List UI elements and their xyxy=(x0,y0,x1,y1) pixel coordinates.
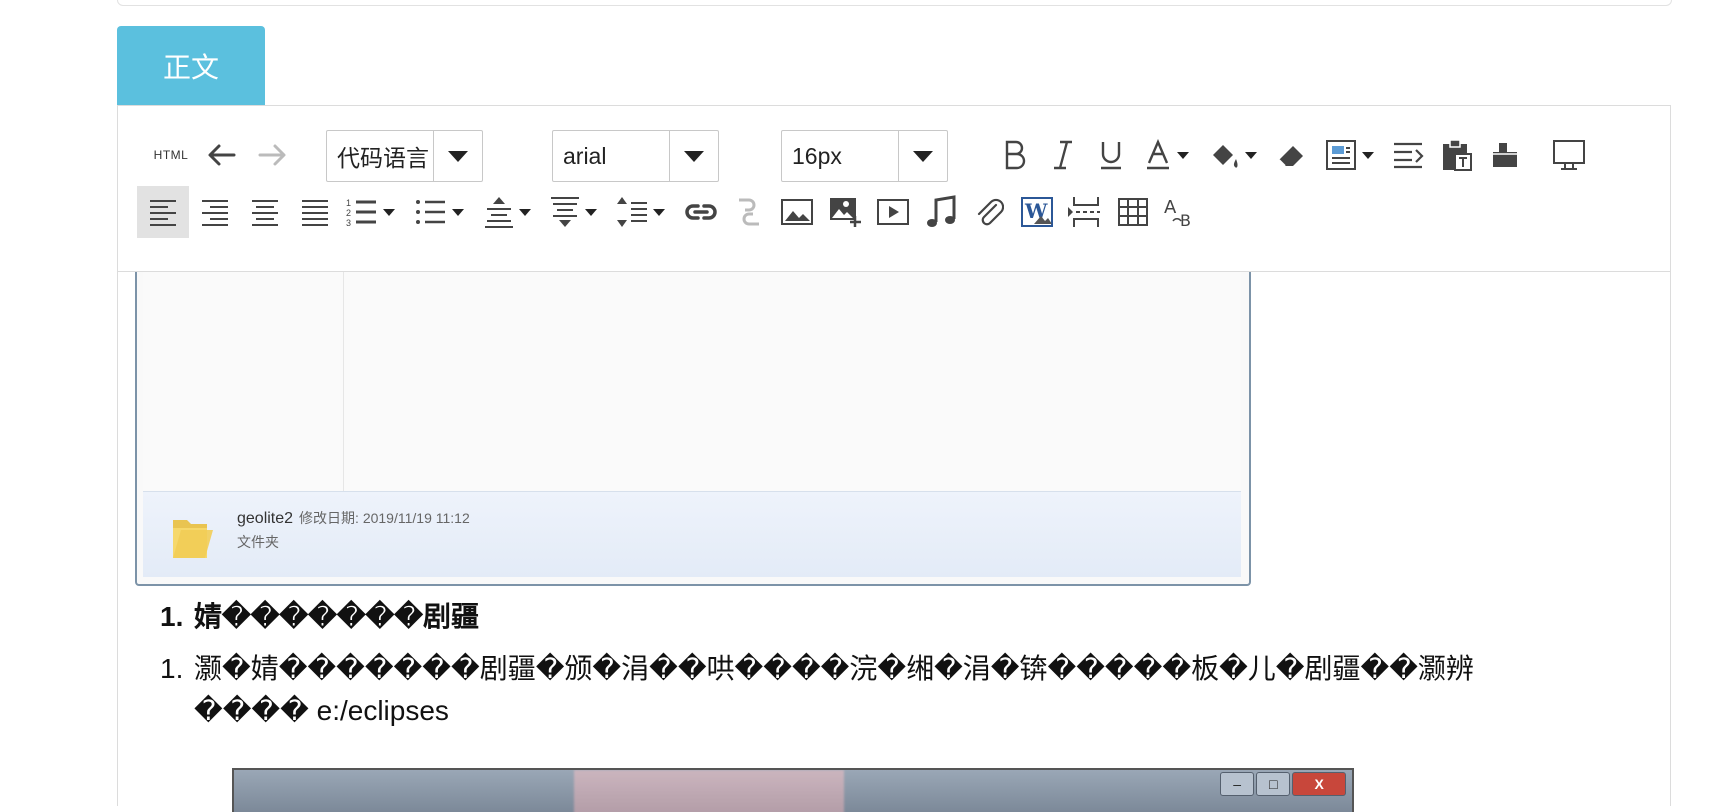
svg-text:1: 1 xyxy=(346,198,351,208)
background-color-icon[interactable] xyxy=(1202,130,1264,180)
page-break-icon[interactable] xyxy=(1062,186,1108,238)
align-right-icon[interactable] xyxy=(192,186,238,238)
align-justify-icon[interactable] xyxy=(292,186,338,238)
chevron-down-icon[interactable] xyxy=(433,131,482,181)
tab-body-text[interactable]: 正文 xyxy=(117,26,265,106)
char-map-icon[interactable]: AB xyxy=(1158,186,1204,238)
list-item: 1. 婧�������剧疆 xyxy=(160,601,479,632)
code-language-select[interactable]: 代码语言 xyxy=(326,130,483,182)
link-icon[interactable] xyxy=(678,186,724,238)
font-family-select[interactable]: arial xyxy=(552,130,719,182)
list-item: 1. 灏�婧�������剧疆�颁�涓��哄����浣�缃�涓�锛�����板�… xyxy=(160,653,1474,684)
line-height-icon[interactable] xyxy=(610,186,672,238)
redo-icon[interactable] xyxy=(250,130,296,180)
align-center-icon[interactable] xyxy=(242,186,288,238)
font-size-select[interactable]: 16px xyxy=(781,130,948,182)
unordered-list-icon[interactable] xyxy=(408,186,470,238)
table-icon[interactable] xyxy=(1110,186,1156,238)
close-icon: X xyxy=(1292,772,1346,796)
paragraph-format-icon[interactable] xyxy=(1318,130,1380,180)
clear-document-icon[interactable] xyxy=(1482,130,1528,180)
maximize-icon: □ xyxy=(1256,772,1291,796)
music-icon[interactable] xyxy=(918,186,964,238)
insert-image-icon[interactable] xyxy=(822,186,868,238)
indent-icon[interactable] xyxy=(1386,130,1432,180)
undo-icon[interactable] xyxy=(198,130,244,180)
svg-text:3: 3 xyxy=(346,218,351,227)
attachment-icon[interactable] xyxy=(966,186,1012,238)
file-name: geolite2 修改日期: 2019/11/19 11:12 xyxy=(237,510,470,527)
svg-text:A: A xyxy=(1164,197,1177,218)
editor-content[interactable]: geolite2 修改日期: 2019/11/19 11:12 文件夹 1. 婧�… xyxy=(118,272,1670,812)
chevron-down-icon[interactable] xyxy=(669,131,718,181)
paragraph-spacing-bottom-icon[interactable] xyxy=(542,186,604,238)
preview-icon[interactable] xyxy=(1546,130,1592,180)
folder-icon xyxy=(169,512,213,564)
html-source-button[interactable]: HTML xyxy=(148,130,194,180)
window-controls: – □ X xyxy=(1220,772,1346,796)
svg-text:2: 2 xyxy=(346,208,351,218)
align-left-icon[interactable] xyxy=(137,186,189,238)
unlink-icon[interactable] xyxy=(726,186,772,238)
minimize-icon: – xyxy=(1220,772,1255,796)
paste-text-icon[interactable] xyxy=(1434,130,1480,180)
top-panel-edge xyxy=(117,0,1672,6)
italic-icon[interactable] xyxy=(1040,130,1086,180)
rich-text-editor[interactable]: HTML 代码语言 arial 16px 1 2 3 W A B geolite… xyxy=(117,105,1671,812)
ordered-list-icon[interactable]: 123 xyxy=(340,186,400,238)
video-icon[interactable] xyxy=(870,186,916,238)
chevron-down-icon[interactable] xyxy=(898,131,947,181)
explorer-details-pane: geolite2 修改日期: 2019/11/19 11:12 文件夹 xyxy=(143,491,1241,577)
file-type: 文件夹 xyxy=(237,534,279,550)
word-image-icon[interactable]: W xyxy=(1014,186,1060,238)
embedded-screenshot-explorer: geolite2 修改日期: 2019/11/19 11:12 文件夹 xyxy=(135,272,1251,586)
list-item-continuation: ���� e:/eclipses xyxy=(194,695,449,726)
font-color-icon[interactable] xyxy=(1136,130,1198,180)
svg-text:W: W xyxy=(1024,199,1048,223)
eraser-icon[interactable] xyxy=(1268,130,1314,180)
svg-text:B: B xyxy=(1180,211,1191,229)
editor-toolbar: HTML 代码语言 arial 16px 1 2 3 W A B xyxy=(118,106,1670,272)
embedded-screenshot-browser: – □ X xyxy=(232,768,1354,812)
paragraph-spacing-top-icon[interactable] xyxy=(476,186,538,238)
image-icon[interactable] xyxy=(774,186,820,238)
underline-icon[interactable] xyxy=(1088,130,1134,180)
bold-icon[interactable] xyxy=(992,130,1038,180)
